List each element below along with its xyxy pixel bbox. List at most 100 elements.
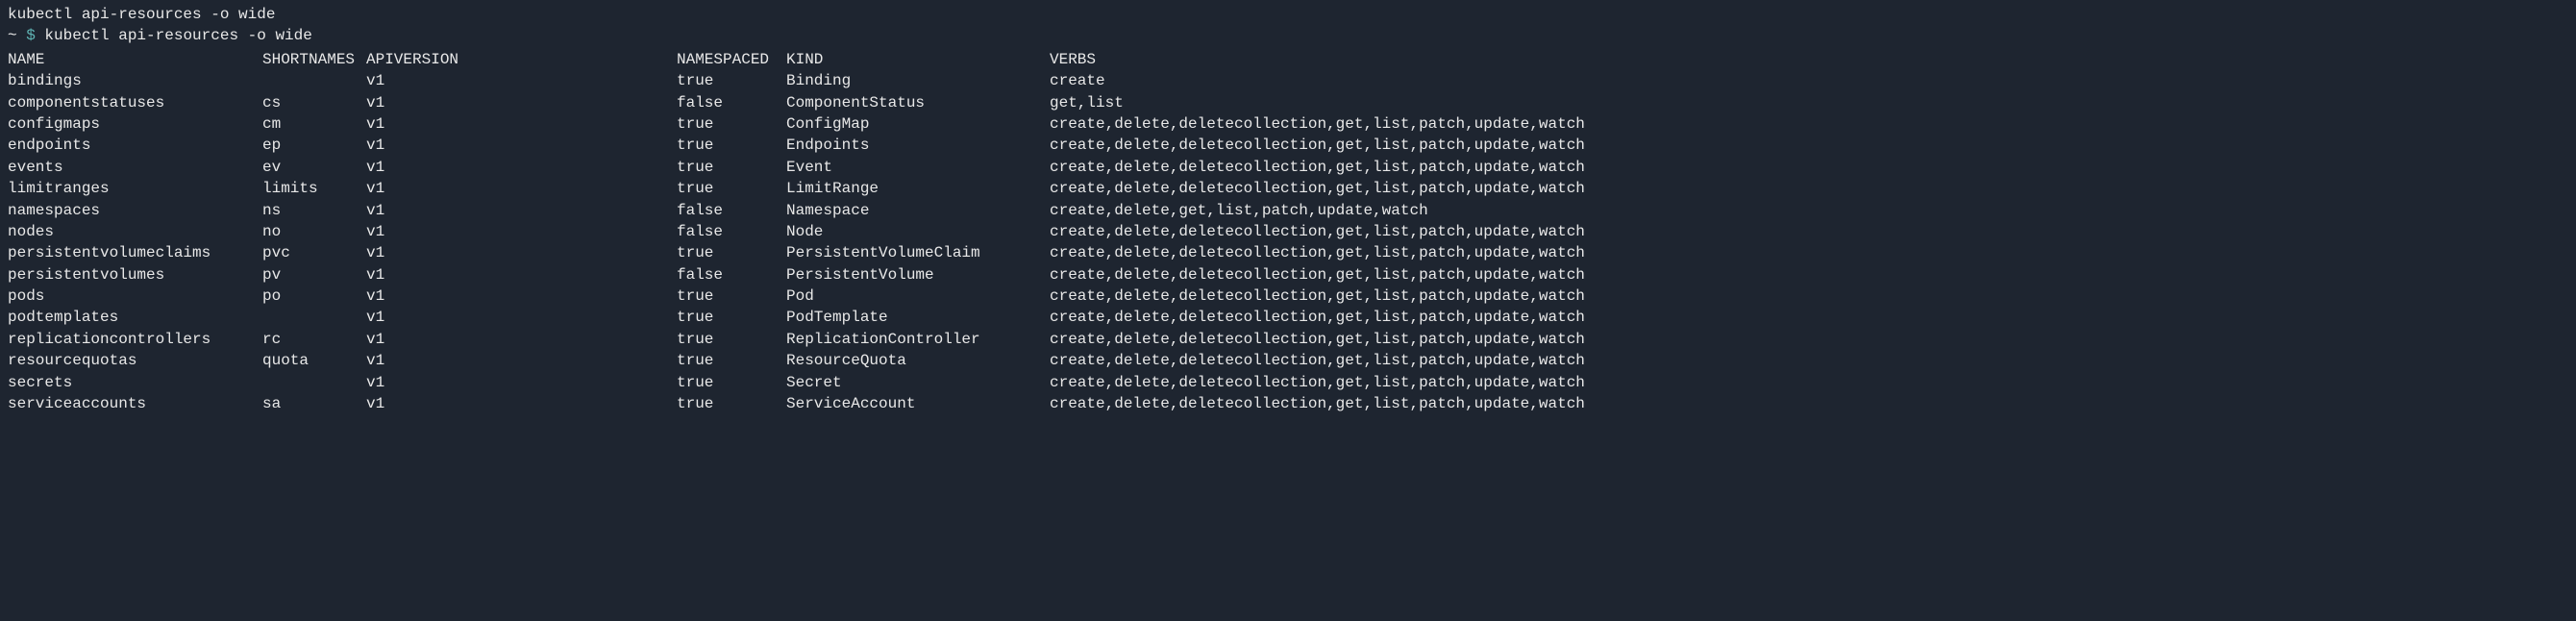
cell-apiversion: v1 xyxy=(366,307,677,328)
cell-verbs: create,delete,deletecollection,get,list,… xyxy=(1050,286,1585,307)
table-row: persistentvolumespvv1falsePersistentVolu… xyxy=(8,264,2568,286)
cell-namespaced: true xyxy=(677,329,786,350)
cell-shortnames: no xyxy=(262,221,366,242)
cell-apiversion: v1 xyxy=(366,157,677,178)
table-header-row: NAMESHORTNAMESAPIVERSIONNAMESPACEDKINDVE… xyxy=(8,49,2568,70)
cell-verbs: get,list xyxy=(1050,92,1124,113)
cell-verbs: create xyxy=(1050,70,1105,91)
cell-verbs: create,delete,deletecollection,get,list,… xyxy=(1050,221,1585,242)
cell-verbs: create,delete,deletecollection,get,list,… xyxy=(1050,157,1585,178)
table-row: podspov1truePodcreate,delete,deletecolle… xyxy=(8,286,2568,307)
cell-name: namespaces xyxy=(8,200,262,221)
cell-name: componentstatuses xyxy=(8,92,262,113)
cell-namespaced: true xyxy=(677,286,786,307)
table-row: componentstatusescsv1falseComponentStatu… xyxy=(8,92,2568,113)
cell-verbs: create,delete,deletecollection,get,list,… xyxy=(1050,393,1585,414)
cell-namespaced: false xyxy=(677,92,786,113)
cell-shortnames: ev xyxy=(262,157,366,178)
cell-verbs: create,delete,deletecollection,get,list,… xyxy=(1050,329,1585,350)
table-row: endpointsepv1trueEndpointscreate,delete,… xyxy=(8,135,2568,156)
header-apiversion: APIVERSION xyxy=(366,49,677,70)
header-verbs: VERBS xyxy=(1050,49,1096,70)
cell-apiversion: v1 xyxy=(366,221,677,242)
cell-apiversion: v1 xyxy=(366,92,677,113)
table-row: bindingsv1trueBindingcreate xyxy=(8,70,2568,91)
cell-name: secrets xyxy=(8,372,262,393)
cell-shortnames: cm xyxy=(262,113,366,135)
cell-name: persistentvolumeclaims xyxy=(8,242,262,263)
cell-kind: ServiceAccount xyxy=(786,393,1050,414)
cell-name: serviceaccounts xyxy=(8,393,262,414)
cell-kind: Secret xyxy=(786,372,1050,393)
cell-shortnames: po xyxy=(262,286,366,307)
api-resources-table: NAMESHORTNAMESAPIVERSIONNAMESPACEDKINDVE… xyxy=(8,49,2568,415)
table-row: serviceaccountssav1trueServiceAccountcre… xyxy=(8,393,2568,414)
cell-name: limitranges xyxy=(8,178,262,199)
terminal-output: kubectl api-resources -o wide ~ $ kubect… xyxy=(0,0,2576,418)
cell-namespaced: true xyxy=(677,135,786,156)
table-row: eventsevv1trueEventcreate,delete,deletec… xyxy=(8,157,2568,178)
cell-name: pods xyxy=(8,286,262,307)
cell-shortnames: ep xyxy=(262,135,366,156)
prompt-line: ~ $ kubectl api-resources -o wide xyxy=(8,25,2568,46)
cell-verbs: create,delete,deletecollection,get,list,… xyxy=(1050,242,1585,263)
cell-verbs: create,delete,deletecollection,get,list,… xyxy=(1050,135,1585,156)
cell-kind: Node xyxy=(786,221,1050,242)
table-row: persistentvolumeclaimspvcv1truePersisten… xyxy=(8,242,2568,263)
header-kind: KIND xyxy=(786,49,1050,70)
prompt-symbol: $ xyxy=(26,27,36,44)
table-row: namespacesnsv1falseNamespacecreate,delet… xyxy=(8,200,2568,221)
cell-name: nodes xyxy=(8,221,262,242)
cell-shortnames: quota xyxy=(262,350,366,371)
table-row: nodesnov1falseNodecreate,delete,deleteco… xyxy=(8,221,2568,242)
cell-shortnames: rc xyxy=(262,329,366,350)
cell-verbs: create,delete,deletecollection,get,list,… xyxy=(1050,178,1585,199)
cell-apiversion: v1 xyxy=(366,372,677,393)
cell-apiversion: v1 xyxy=(366,393,677,414)
prompt-prefix: ~ xyxy=(8,27,26,44)
table-row: resourcequotasquotav1trueResourceQuotacr… xyxy=(8,350,2568,371)
cell-verbs: create,delete,deletecollection,get,list,… xyxy=(1050,350,1585,371)
cell-verbs: create,delete,deletecollection,get,list,… xyxy=(1050,113,1585,135)
header-name: NAME xyxy=(8,49,262,70)
cell-name: podtemplates xyxy=(8,307,262,328)
cell-apiversion: v1 xyxy=(366,350,677,371)
cell-namespaced: true xyxy=(677,113,786,135)
cell-kind: Event xyxy=(786,157,1050,178)
header-shortnames: SHORTNAMES xyxy=(262,49,366,70)
cell-namespaced: false xyxy=(677,264,786,286)
cell-namespaced: true xyxy=(677,242,786,263)
command-echo: kubectl api-resources -o wide xyxy=(8,4,2568,25)
cell-shortnames: limits xyxy=(262,178,366,199)
cell-name: endpoints xyxy=(8,135,262,156)
cell-namespaced: true xyxy=(677,70,786,91)
table-row: configmapscmv1trueConfigMapcreate,delete… xyxy=(8,113,2568,135)
cell-kind: Endpoints xyxy=(786,135,1050,156)
cell-kind: ResourceQuota xyxy=(786,350,1050,371)
cell-kind: Binding xyxy=(786,70,1050,91)
cell-name: resourcequotas xyxy=(8,350,262,371)
cell-name: configmaps xyxy=(8,113,262,135)
cell-name: replicationcontrollers xyxy=(8,329,262,350)
cell-apiversion: v1 xyxy=(366,242,677,263)
cell-kind: ComponentStatus xyxy=(786,92,1050,113)
cell-namespaced: true xyxy=(677,393,786,414)
cell-shortnames: ns xyxy=(262,200,366,221)
cell-shortnames: sa xyxy=(262,393,366,414)
cell-shortnames: pv xyxy=(262,264,366,286)
cell-apiversion: v1 xyxy=(366,200,677,221)
header-namespaced: NAMESPACED xyxy=(677,49,786,70)
cell-name: persistentvolumes xyxy=(8,264,262,286)
cell-namespaced: true xyxy=(677,157,786,178)
table-row: podtemplatesv1truePodTemplatecreate,dele… xyxy=(8,307,2568,328)
cell-namespaced: true xyxy=(677,350,786,371)
table-row: limitrangeslimitsv1trueLimitRangecreate,… xyxy=(8,178,2568,199)
cell-namespaced: false xyxy=(677,221,786,242)
cell-kind: Pod xyxy=(786,286,1050,307)
cell-namespaced: true xyxy=(677,372,786,393)
cell-verbs: create,delete,deletecollection,get,list,… xyxy=(1050,307,1585,328)
cell-verbs: create,delete,deletecollection,get,list,… xyxy=(1050,372,1585,393)
cell-namespaced: true xyxy=(677,178,786,199)
cell-name: events xyxy=(8,157,262,178)
cell-verbs: create,delete,deletecollection,get,list,… xyxy=(1050,264,1585,286)
